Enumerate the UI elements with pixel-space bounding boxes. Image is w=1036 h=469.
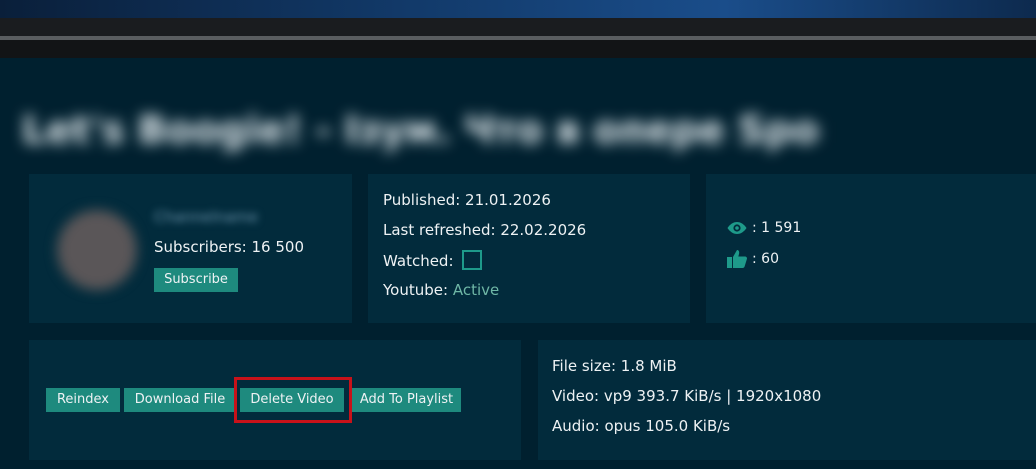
download-file-button[interactable]: Download File: [124, 388, 236, 412]
subscriber-count: Subscribers: 16 500: [154, 238, 304, 256]
channel-avatar[interactable]: [57, 210, 137, 290]
watched-checkbox[interactable]: [462, 250, 483, 270]
watched-label: Watched:: [383, 252, 454, 270]
video-info-card: Published: 21.01.2026 Last refreshed: 22…: [368, 174, 690, 323]
channel-card: Channelname Subscribers: 16 500 Subscrib…: [29, 174, 352, 323]
reindex-button[interactable]: Reindex: [46, 388, 120, 412]
file-info-card: File size: 1.8 MiB Video: vp9 393.7 KiB/…: [538, 340, 1036, 460]
video-title: Let's Boogie! - Ізум. Что в опере Sports: [22, 108, 822, 152]
header-banner: [0, 0, 1036, 18]
youtube-status: Active: [452, 281, 500, 299]
published-date: Published: 21.01.2026: [383, 191, 551, 209]
views-count: : 1 591: [752, 220, 802, 236]
watched-row: Watched:: [383, 250, 483, 270]
likes-count: : 60: [752, 251, 779, 267]
youtube-row: Youtube: Active: [383, 281, 499, 299]
last-refreshed-date: Last refreshed: 22.02.2026: [383, 221, 587, 239]
actions-card: Reindex Download File Delete Video Add T…: [29, 340, 521, 460]
likes-stat: : 60: [726, 249, 779, 269]
stats-card: : 1 591 : 60: [706, 174, 1036, 323]
eye-icon: [727, 222, 747, 234]
header-bar: [0, 18, 1036, 36]
nav-strip: [0, 40, 1036, 58]
subscribe-button[interactable]: Subscribe: [154, 268, 238, 292]
video-stream-info: Video: vp9 393.7 KiB/s | 1920x1080: [552, 387, 822, 405]
views-stat: : 1 591: [726, 220, 801, 236]
thumbs-up-icon: [727, 250, 748, 268]
youtube-label: Youtube:: [383, 281, 449, 299]
delete-highlight-box: [234, 377, 352, 423]
file-size: File size: 1.8 MiB: [552, 357, 677, 375]
channel-name[interactable]: Channelname: [154, 208, 258, 226]
add-to-playlist-button[interactable]: Add To Playlist: [352, 388, 461, 412]
audio-stream-info: Audio: opus 105.0 KiB/s: [552, 417, 731, 435]
